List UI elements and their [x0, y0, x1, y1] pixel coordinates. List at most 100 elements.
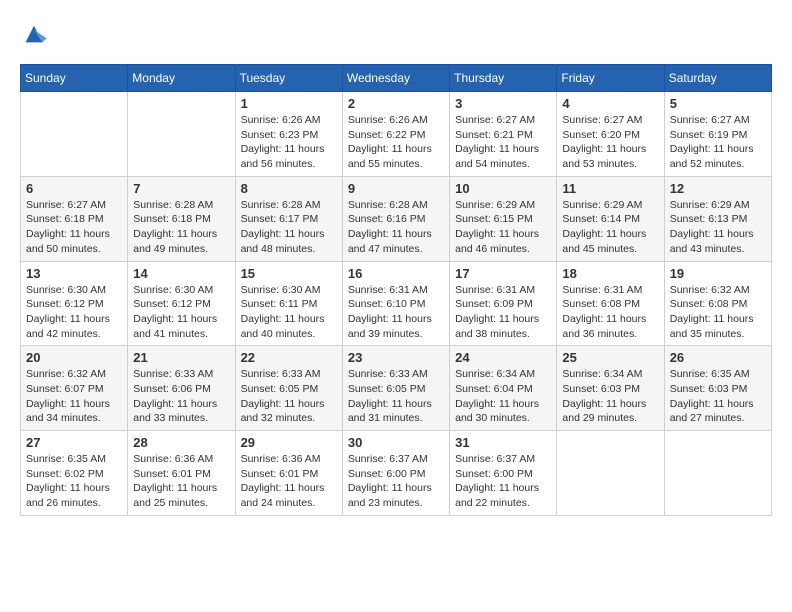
day-info: Sunrise: 6:33 AM Sunset: 6:05 PM Dayligh…: [348, 367, 444, 426]
day-number: 9: [348, 181, 444, 196]
calendar-cell: 31Sunrise: 6:37 AM Sunset: 6:00 PM Dayli…: [450, 431, 557, 516]
day-number: 4: [562, 96, 658, 111]
day-number: 13: [26, 266, 122, 281]
day-number: 12: [670, 181, 766, 196]
day-info: Sunrise: 6:33 AM Sunset: 6:05 PM Dayligh…: [241, 367, 337, 426]
calendar-cell: 16 Sunrise: 6:31 AM Sunset: 6:10 PM Dayli…: [342, 261, 449, 346]
day-info: Sunrise: 6:29 AM Sunset: 6:15 PM Dayligh…: [455, 198, 551, 257]
day-info: Sunrise: 6:29 AM Sunset: 6:13 PM Dayligh…: [670, 198, 766, 257]
calendar-cell: 22 Sunrise: 6:33 AM Sunset: 6:05 PM Dayli…: [235, 346, 342, 431]
calendar-table: SundayMondayTuesdayWednesdayThursdayFrid…: [20, 64, 772, 516]
day-number: 28: [133, 435, 229, 450]
calendar-cell: 4 Sunrise: 6:27 AM Sunset: 6:20 PM Daylig…: [557, 92, 664, 177]
day-number: 27: [26, 435, 122, 450]
day-info: Sunrise: 6:37 AM Sunset: 6:00 PM Dayligh…: [455, 452, 551, 511]
calendar-cell: 15Sunrise: 6:30 AM Sunset: 6:11 PM Dayli…: [235, 261, 342, 346]
calendar-cell: 13 Sunrise: 6:30 AM Sunset: 6:12 PM Dayli…: [21, 261, 128, 346]
day-info: Sunrise: 6:27 AM Sunset: 6:20 PM Dayligh…: [562, 113, 658, 172]
day-number: 26: [670, 350, 766, 365]
calendar-cell: 25 Sunrise: 6:34 AM Sunset: 6:03 PM Dayli…: [557, 346, 664, 431]
day-info: Sunrise: 6:37 AM Sunset: 6:00 PM Dayligh…: [348, 452, 444, 511]
calendar-cell: 17 Sunrise: 6:31 AM Sunset: 6:09 PM Dayli…: [450, 261, 557, 346]
calendar-cell: 30 Sunrise: 6:37 AM Sunset: 6:00 PM Dayli…: [342, 431, 449, 516]
calendar-cell: [664, 431, 771, 516]
weekday-header-saturday: Saturday: [664, 65, 771, 92]
calendar-cell: 9 Sunrise: 6:28 AM Sunset: 6:16 PM Daylig…: [342, 176, 449, 261]
weekday-header-sunday: Sunday: [21, 65, 128, 92]
day-number: 7: [133, 181, 229, 196]
day-number: 23: [348, 350, 444, 365]
day-number: 21: [133, 350, 229, 365]
calendar-cell: 1Sunrise: 6:26 AM Sunset: 6:23 PM Daylig…: [235, 92, 342, 177]
day-info: Sunrise: 6:28 AM Sunset: 6:17 PM Dayligh…: [241, 198, 337, 257]
day-info: Sunrise: 6:31 AM Sunset: 6:09 PM Dayligh…: [455, 283, 551, 342]
calendar-cell: 7 Sunrise: 6:28 AM Sunset: 6:18 PM Daylig…: [128, 176, 235, 261]
weekday-header-tuesday: Tuesday: [235, 65, 342, 92]
day-info: Sunrise: 6:35 AM Sunset: 6:03 PM Dayligh…: [670, 367, 766, 426]
day-number: 14: [133, 266, 229, 281]
day-number: 10: [455, 181, 551, 196]
week-row-3: 13 Sunrise: 6:30 AM Sunset: 6:12 PM Dayli…: [21, 261, 772, 346]
calendar-cell: 5 Sunrise: 6:27 AM Sunset: 6:19 PM Daylig…: [664, 92, 771, 177]
day-info: Sunrise: 6:36 AM Sunset: 6:01 PM Dayligh…: [133, 452, 229, 511]
week-row-2: 6 Sunrise: 6:27 AM Sunset: 6:18 PM Daylig…: [21, 176, 772, 261]
day-number: 25: [562, 350, 658, 365]
day-number: 20: [26, 350, 122, 365]
day-info: Sunrise: 6:35 AM Sunset: 6:02 PM Dayligh…: [26, 452, 122, 511]
calendar-cell: 23 Sunrise: 6:33 AM Sunset: 6:05 PM Dayli…: [342, 346, 449, 431]
day-number: 6: [26, 181, 122, 196]
week-row-4: 20 Sunrise: 6:32 AM Sunset: 6:07 PM Dayli…: [21, 346, 772, 431]
day-info: Sunrise: 6:28 AM Sunset: 6:18 PM Dayligh…: [133, 198, 229, 257]
day-number: 15: [241, 266, 337, 281]
day-info: Sunrise: 6:31 AM Sunset: 6:10 PM Dayligh…: [348, 283, 444, 342]
weekday-header-friday: Friday: [557, 65, 664, 92]
calendar-cell: 20 Sunrise: 6:32 AM Sunset: 6:07 PM Dayli…: [21, 346, 128, 431]
calendar-cell: [21, 92, 128, 177]
day-info: Sunrise: 6:32 AM Sunset: 6:08 PM Dayligh…: [670, 283, 766, 342]
calendar-cell: [557, 431, 664, 516]
day-number: 1: [241, 96, 337, 111]
logo-icon: [20, 20, 48, 48]
day-info: Sunrise: 6:33 AM Sunset: 6:06 PM Dayligh…: [133, 367, 229, 426]
day-number: 18: [562, 266, 658, 281]
day-info: Sunrise: 6:26 AM Sunset: 6:22 PM Dayligh…: [348, 113, 444, 172]
weekday-header-row: SundayMondayTuesdayWednesdayThursdayFrid…: [21, 65, 772, 92]
day-number: 29: [241, 435, 337, 450]
day-info: Sunrise: 6:32 AM Sunset: 6:07 PM Dayligh…: [26, 367, 122, 426]
weekday-header-thursday: Thursday: [450, 65, 557, 92]
calendar-cell: 3Sunrise: 6:27 AM Sunset: 6:21 PM Daylig…: [450, 92, 557, 177]
day-number: 19: [670, 266, 766, 281]
day-number: 22: [241, 350, 337, 365]
calendar-cell: 14 Sunrise: 6:30 AM Sunset: 6:12 PM Dayli…: [128, 261, 235, 346]
day-number: 16: [348, 266, 444, 281]
day-number: 11: [562, 181, 658, 196]
calendar-cell: 26 Sunrise: 6:35 AM Sunset: 6:03 PM Dayli…: [664, 346, 771, 431]
day-number: 8: [241, 181, 337, 196]
weekday-header-monday: Monday: [128, 65, 235, 92]
weekday-header-wednesday: Wednesday: [342, 65, 449, 92]
calendar-cell: 6 Sunrise: 6:27 AM Sunset: 6:18 PM Daylig…: [21, 176, 128, 261]
day-info: Sunrise: 6:30 AM Sunset: 6:12 PM Dayligh…: [133, 283, 229, 342]
day-info: Sunrise: 6:34 AM Sunset: 6:03 PM Dayligh…: [562, 367, 658, 426]
day-number: 17: [455, 266, 551, 281]
day-info: Sunrise: 6:28 AM Sunset: 6:16 PM Dayligh…: [348, 198, 444, 257]
week-row-1: 1Sunrise: 6:26 AM Sunset: 6:23 PM Daylig…: [21, 92, 772, 177]
calendar-cell: 19 Sunrise: 6:32 AM Sunset: 6:08 PM Dayli…: [664, 261, 771, 346]
calendar-cell: 11Sunrise: 6:29 AM Sunset: 6:14 PM Dayli…: [557, 176, 664, 261]
day-number: 3: [455, 96, 551, 111]
day-info: Sunrise: 6:27 AM Sunset: 6:18 PM Dayligh…: [26, 198, 122, 257]
calendar-cell: 27 Sunrise: 6:35 AM Sunset: 6:02 PM Dayli…: [21, 431, 128, 516]
day-number: 30: [348, 435, 444, 450]
calendar-cell: [128, 92, 235, 177]
day-number: 5: [670, 96, 766, 111]
calendar-cell: 29 Sunrise: 6:36 AM Sunset: 6:01 PM Dayli…: [235, 431, 342, 516]
day-number: 2: [348, 96, 444, 111]
day-info: Sunrise: 6:30 AM Sunset: 6:12 PM Dayligh…: [26, 283, 122, 342]
calendar-cell: 24Sunrise: 6:34 AM Sunset: 6:04 PM Dayli…: [450, 346, 557, 431]
day-info: Sunrise: 6:36 AM Sunset: 6:01 PM Dayligh…: [241, 452, 337, 511]
calendar-cell: 10 Sunrise: 6:29 AM Sunset: 6:15 PM Dayli…: [450, 176, 557, 261]
page-header: [20, 20, 772, 48]
day-info: Sunrise: 6:34 AM Sunset: 6:04 PM Dayligh…: [455, 367, 551, 426]
day-info: Sunrise: 6:27 AM Sunset: 6:19 PM Dayligh…: [670, 113, 766, 172]
calendar-cell: 2 Sunrise: 6:26 AM Sunset: 6:22 PM Daylig…: [342, 92, 449, 177]
